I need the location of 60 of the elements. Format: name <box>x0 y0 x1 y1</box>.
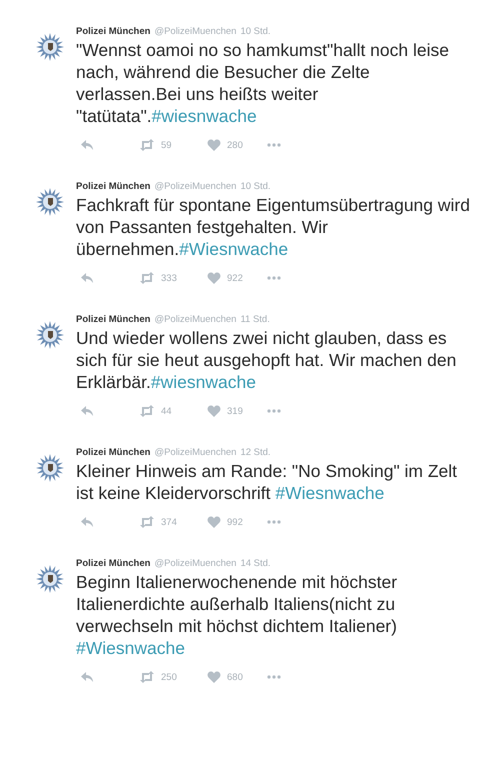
tweet-text: Und wieder wollens zwei nicht glauben, dass es sich für sie heut ausgehopft hat. Wir machen den Erklärbär.#wiesnwache <box>76 327 458 393</box>
reply-icon[interactable] <box>80 405 94 417</box>
heart-icon[interactable] <box>207 272 221 284</box>
author-name: Polizei München <box>76 26 150 37</box>
author-name: Polizei München <box>76 558 150 569</box>
author-handle: @PolizeiMuenchen <box>154 181 236 192</box>
police-star-icon <box>35 187 65 217</box>
author-name: Polizei München <box>76 181 150 192</box>
heart-icon[interactable] <box>207 516 221 528</box>
hashtag-link[interactable]: #Wiesnwache <box>179 239 288 259</box>
heart-icon[interactable] <box>207 139 221 151</box>
retweet-icon[interactable] <box>139 405 155 417</box>
retweet-icon[interactable] <box>139 671 155 683</box>
hashtag-link[interactable]: #Wiesnwache <box>275 483 384 503</box>
reply-icon[interactable] <box>80 671 94 683</box>
police-star-icon <box>35 32 65 62</box>
retweet-icon[interactable] <box>139 272 155 284</box>
retweet-count: 250 <box>161 672 178 682</box>
heart-icon[interactable] <box>207 405 221 417</box>
more-icon[interactable] <box>267 409 281 413</box>
timestamp: 12 Std. <box>240 447 271 458</box>
hashtag-link[interactable]: #wiesnwache <box>152 106 257 126</box>
like-count: 992 <box>227 516 244 528</box>
reply-icon[interactable] <box>80 139 94 151</box>
tweet-text: Kleiner Hinweis am Rande: "No Smoking" im Zelt ist keine Kleidervorschrift #Wiesnwache <box>76 460 458 504</box>
retweet-count: 44 <box>161 406 173 416</box>
author-handle: @PolizeiMuenchen <box>154 558 236 569</box>
tweet-text: Beginn Italienerwochenende mit höchster Italienerdichte außerhalb Italiens(nicht zu verwechseln mit höchst dichtem Italiener) #Wiesnwache <box>76 571 398 659</box>
more-icon[interactable] <box>267 675 281 679</box>
like-count: 319 <box>227 406 244 416</box>
more-icon[interactable] <box>267 520 281 524</box>
timestamp: 10 Std. <box>240 26 271 37</box>
timestamp: 11 Std. <box>240 314 270 325</box>
author-handle: @PolizeiMuenchen <box>154 447 236 458</box>
more-icon[interactable] <box>267 143 281 147</box>
retweet-icon[interactable] <box>139 139 155 151</box>
reply-icon[interactable] <box>80 516 94 528</box>
author-handle: @PolizeiMuenchen <box>154 26 236 37</box>
retweet-count: 333 <box>161 272 178 284</box>
author-name: Polizei München <box>76 314 150 325</box>
timestamp: 14 Std. <box>240 558 271 569</box>
heart-icon[interactable] <box>207 671 221 683</box>
retweet-count: 374 <box>161 516 178 528</box>
timestamp: 10 Std. <box>240 181 271 192</box>
like-count: 280 <box>227 140 244 150</box>
police-star-icon <box>35 320 65 350</box>
reply-icon[interactable] <box>80 272 94 284</box>
author-handle: @PolizeiMuenchen <box>154 314 236 325</box>
police-star-icon <box>35 564 65 594</box>
retweet-count: 59 <box>161 140 173 150</box>
tweet-text: Fachkraft für spontane Eigentumsübertragung wird von Passanten festgehalten. Wir übernehmen.#Wiesnwache <box>76 194 471 260</box>
more-icon[interactable] <box>267 276 281 280</box>
police-star-icon <box>35 453 65 483</box>
hashtag-link[interactable]: #Wiesnwache <box>76 638 185 658</box>
hashtag-link[interactable]: #wiesnwache <box>150 372 256 392</box>
retweet-icon[interactable] <box>139 516 155 528</box>
like-count: 922 <box>227 272 244 284</box>
like-count: 680 <box>227 672 244 682</box>
author-name: Polizei München <box>76 447 150 458</box>
tweet-text: "Wennst oamoi no so hamkumst"hallt noch leise nach, während die Besucher die Zelte verlassen.Bei uns heißts weiter "tatütata".#wiesnwache <box>76 39 450 127</box>
